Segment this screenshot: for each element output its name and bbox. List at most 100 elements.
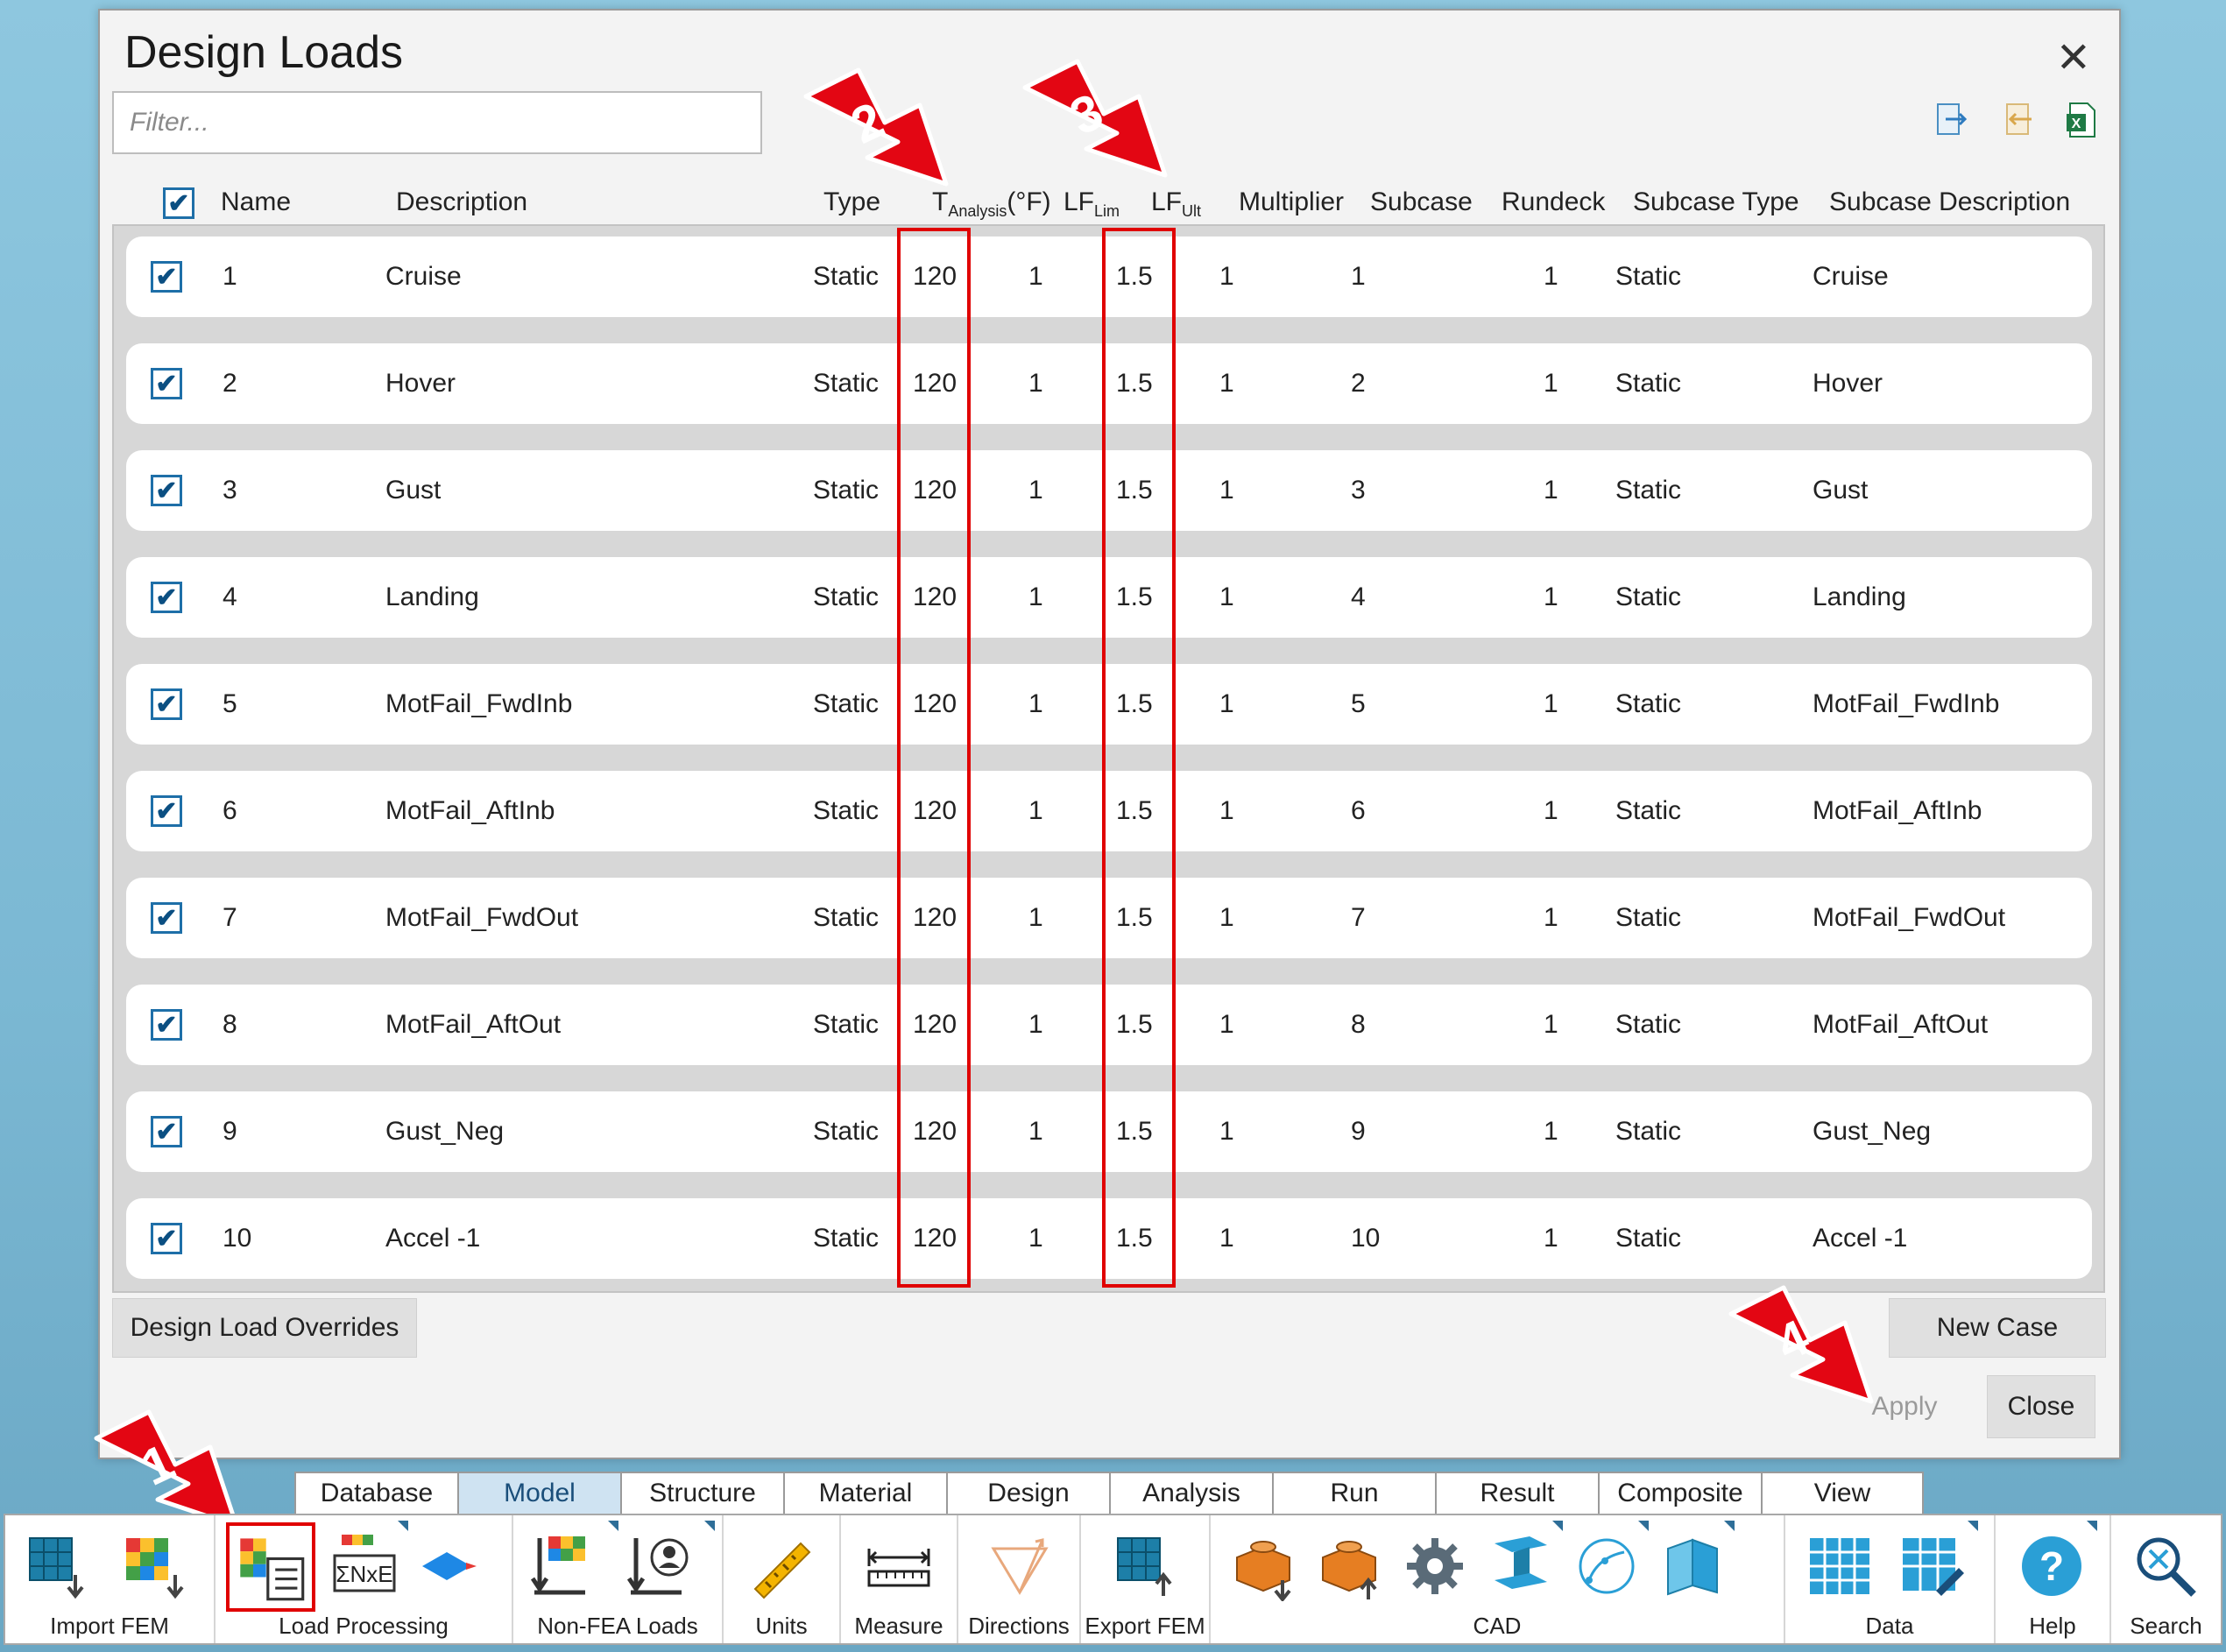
new-case-button[interactable]: New Case (1889, 1298, 2106, 1358)
row-checkbox[interactable]: ✔ (151, 261, 182, 293)
curve-icon[interactable] (1572, 1531, 1642, 1601)
import-icon[interactable] (2000, 102, 2033, 138)
cell-lf-lim[interactable]: 1 (1028, 903, 1043, 933)
col-header-lf-lim[interactable]: LFLim (1064, 187, 1120, 221)
tab-design[interactable]: Design (946, 1472, 1109, 1514)
cell-subcase-type: Static (1615, 582, 1682, 611)
col-header-multiplier[interactable]: Multiplier (1239, 187, 1344, 217)
cell-multiplier[interactable]: 1 (1219, 689, 1234, 719)
cell-multiplier[interactable]: 1 (1219, 903, 1234, 933)
col-header-rundeck[interactable]: Rundeck (1502, 187, 1605, 217)
row-checkbox[interactable]: ✔ (151, 582, 182, 613)
row-checkbox[interactable]: ✔ (151, 475, 182, 506)
tab-model[interactable]: Model (457, 1472, 620, 1514)
cell-lf-lim[interactable]: 1 (1028, 369, 1043, 399)
cell-multiplier[interactable]: 1 (1219, 1224, 1234, 1253)
cell-lf-lim[interactable]: 1 (1028, 1224, 1043, 1253)
row-checkbox[interactable]: ✔ (151, 902, 182, 934)
cell-subcase-description: Landing (1813, 582, 1906, 611)
filter-input[interactable] (112, 91, 762, 154)
i-beam-icon[interactable] (1486, 1531, 1556, 1601)
tab-composite[interactable]: Composite (1598, 1472, 1761, 1514)
col-header-subcase-description[interactable]: Subcase Description (1829, 187, 2070, 217)
data-table-icon[interactable] (1805, 1531, 1875, 1601)
excel-icon[interactable]: X (2065, 102, 2098, 138)
export-fem-icon[interactable] (1111, 1531, 1181, 1601)
help-dropdown-icon[interactable] (2087, 1521, 2097, 1531)
import-fem-contour-icon[interactable] (119, 1531, 189, 1601)
cell-subcase-description: Hover (1813, 369, 1883, 398)
tab-view[interactable]: View (1761, 1472, 1924, 1514)
cell-subcase-description: Cruise (1813, 262, 1889, 291)
cell-multiplier[interactable]: 1 (1219, 1010, 1234, 1040)
svg-text:?: ? (2039, 1543, 2064, 1589)
load-plate-icon[interactable] (417, 1531, 487, 1601)
col-header-description[interactable]: Description (396, 187, 527, 217)
cell-multiplier[interactable]: 1 (1219, 796, 1234, 826)
data-dropdown-icon[interactable] (1968, 1521, 1978, 1531)
cell-lf-lim[interactable]: 1 (1028, 582, 1043, 612)
directions-icon[interactable] (985, 1531, 1055, 1601)
close-button[interactable]: Close (1987, 1375, 2095, 1438)
row-checkbox[interactable]: ✔ (151, 1116, 182, 1147)
non-fea-load-dropdown-icon[interactable] (608, 1521, 618, 1531)
design-loads-icon[interactable] (226, 1522, 315, 1612)
row-checkbox[interactable]: ✔ (151, 688, 182, 720)
col-header-lf-ult[interactable]: LFUlt (1151, 187, 1201, 221)
measure-icon[interactable] (864, 1531, 934, 1601)
ribbon-tabs: Database Model Structure Material Design… (294, 1472, 1924, 1515)
cell-multiplier[interactable]: 1 (1219, 262, 1234, 292)
col-header-subcase-type[interactable]: Subcase Type (1633, 187, 1799, 217)
cell-lf-lim[interactable]: 1 (1028, 689, 1043, 719)
tab-structure[interactable]: Structure (620, 1472, 783, 1514)
cell-lf-lim[interactable]: 1 (1028, 796, 1043, 826)
cell-subcase-type: Static (1615, 903, 1682, 932)
select-all-checkbox[interactable]: ✔ (163, 187, 194, 219)
non-fea-loads-label: Non-FEA Loads (537, 1613, 698, 1639)
close-icon[interactable]: ✕ (2056, 33, 2091, 82)
export-icon[interactable] (1935, 102, 1968, 138)
cell-description: Gust_Neg (385, 1117, 505, 1146)
col-header-name[interactable]: Name (221, 187, 291, 217)
import-fem-grid-icon[interactable] (23, 1531, 93, 1601)
cad-import-icon[interactable] (1228, 1531, 1298, 1603)
cell-subcase: 10 (1351, 1224, 1381, 1253)
non-fea-user-dropdown-icon[interactable] (704, 1521, 715, 1531)
tab-analysis[interactable]: Analysis (1109, 1472, 1272, 1514)
help-icon[interactable]: ? (2017, 1531, 2087, 1601)
cell-multiplier[interactable]: 1 (1219, 369, 1234, 399)
design-load-overrides-button[interactable]: Design Load Overrides (112, 1298, 417, 1358)
ruler-icon[interactable] (746, 1531, 816, 1601)
help-label: Help (2029, 1613, 2076, 1639)
cell-multiplier[interactable]: 1 (1219, 582, 1234, 612)
non-fea-user-load-icon[interactable] (626, 1531, 697, 1601)
row-checkbox[interactable]: ✔ (151, 1223, 182, 1254)
load-sum-dropdown-icon[interactable] (398, 1521, 408, 1531)
tab-material[interactable]: Material (783, 1472, 946, 1514)
tab-run[interactable]: Run (1272, 1472, 1435, 1514)
gear-icon[interactable] (1400, 1531, 1470, 1601)
load-sum-nxe-icon[interactable]: ΣNxE (329, 1531, 399, 1601)
tab-result[interactable]: Result (1435, 1472, 1598, 1514)
non-fea-load-icon[interactable] (530, 1531, 601, 1601)
tab-database[interactable]: Database (294, 1472, 457, 1514)
cell-lf-lim[interactable]: 1 (1028, 1010, 1043, 1040)
cell-multiplier[interactable]: 1 (1219, 1117, 1234, 1147)
row-checkbox[interactable]: ✔ (151, 1009, 182, 1041)
cell-multiplier[interactable]: 1 (1219, 476, 1234, 505)
cad-export-icon[interactable] (1314, 1531, 1384, 1601)
col-header-t-analysis[interactable]: TAnalysis(°F) (932, 187, 1051, 221)
i-beam-dropdown-icon[interactable] (1552, 1521, 1563, 1531)
cell-lf-lim[interactable]: 1 (1028, 262, 1043, 292)
row-checkbox[interactable]: ✔ (151, 795, 182, 827)
cell-lf-lim[interactable]: 1 (1028, 1117, 1043, 1147)
col-header-subcase[interactable]: Subcase (1370, 187, 1473, 217)
cell-lf-lim[interactable]: 1 (1028, 476, 1043, 505)
cell-subcase: 1 (1351, 262, 1366, 291)
search-icon[interactable] (2131, 1531, 2201, 1601)
row-checkbox[interactable]: ✔ (151, 368, 182, 399)
surface-dropdown-icon[interactable] (1724, 1521, 1735, 1531)
data-edit-icon[interactable] (1897, 1531, 1968, 1601)
curve-dropdown-icon[interactable] (1638, 1521, 1649, 1531)
surface-icon[interactable] (1657, 1531, 1728, 1601)
